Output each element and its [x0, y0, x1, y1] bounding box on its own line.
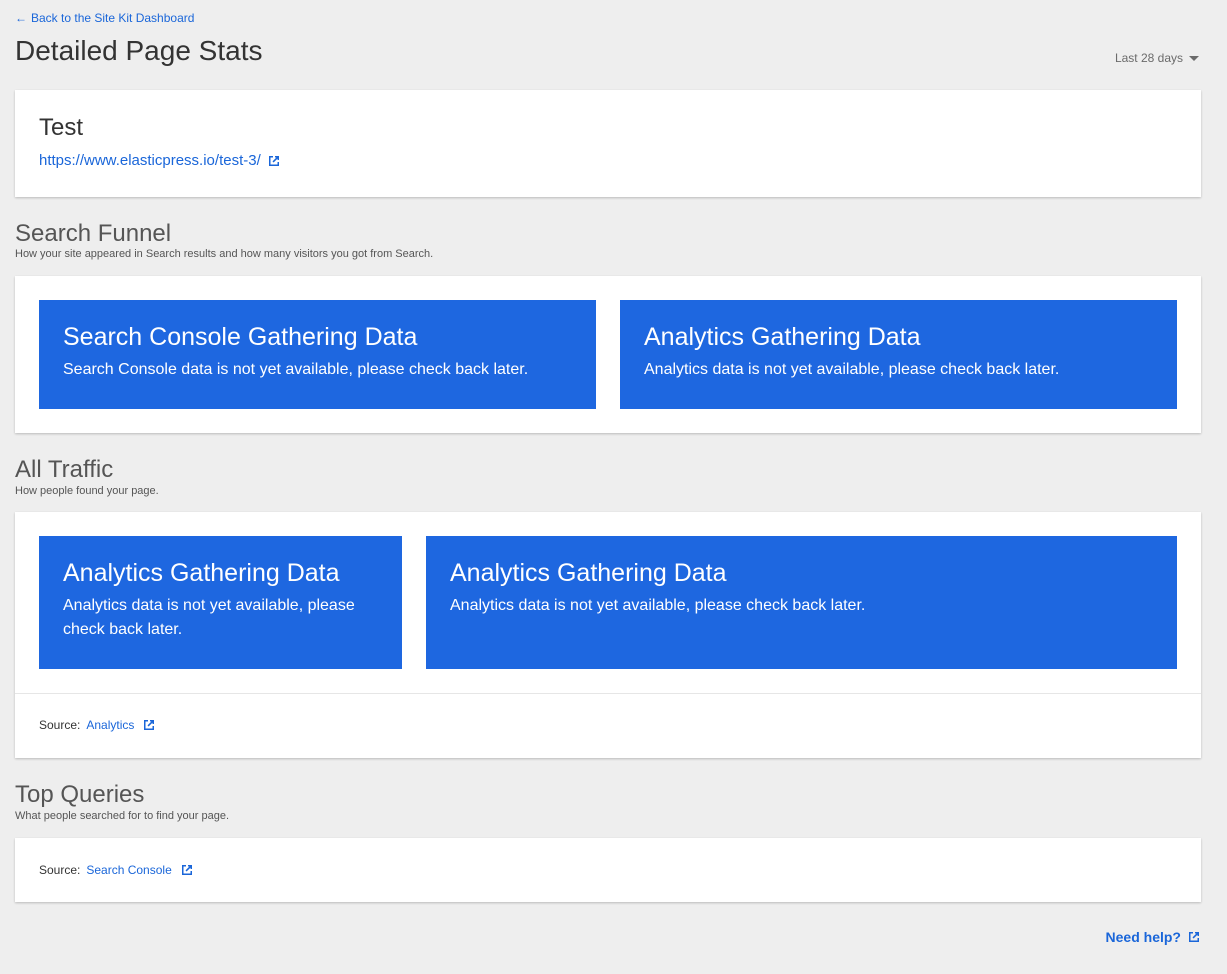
external-link-icon: [268, 155, 279, 166]
notice-text: Analytics data is not yet available, ple…: [63, 597, 355, 638]
notice-text: Analytics data is not yet available, ple…: [450, 597, 866, 614]
analytics-source: Source: Analytics: [39, 718, 156, 732]
search-console-notice: Search Console Gathering Data Search Con…: [39, 300, 596, 409]
analytics-notice: Analytics Gathering Data Analytics data …: [620, 300, 1177, 409]
search-console-source-link[interactable]: Search Console: [86, 863, 171, 877]
page-name: Test: [39, 114, 84, 141]
all-traffic-card: Analytics Gathering Data Analytics data …: [15, 512, 1201, 758]
page-title: Detailed Page Stats: [15, 35, 263, 66]
need-help-link[interactable]: Need help?: [1106, 929, 1201, 945]
all-traffic-description: How people found your page.: [15, 485, 159, 497]
search-funnel-title: Search Funnel: [15, 220, 172, 247]
search-funnel-card: Search Console Gathering Data Search Con…: [15, 276, 1201, 433]
search-funnel-description: How your site appeared in Search results…: [15, 248, 434, 260]
page: ← Back to the Site Kit Dashboard Detaile…: [0, 0, 1227, 974]
need-help-label: Need help?: [1105, 929, 1181, 945]
external-link-icon: [144, 720, 155, 730]
card-divider: [15, 693, 1201, 694]
back-link-label: Back to the Site Kit Dashboard: [31, 11, 195, 25]
external-link-icon: [1189, 932, 1199, 942]
analytics-notice-small: Analytics Gathering Data Analytics data …: [39, 536, 402, 669]
top-queries-title: Top Queries: [15, 781, 145, 808]
date-range-value: Last 28 days: [1114, 51, 1183, 65]
analytics-source-link[interactable]: Analytics: [86, 718, 134, 732]
page-info-card: Test https://www.elasticpress.io/test-3/: [15, 90, 1201, 197]
notice-title: Analytics Gathering Data: [644, 323, 921, 351]
arrow-left-icon: ←: [15, 11, 27, 25]
top-queries-card: Source: Search Console: [15, 838, 1201, 902]
analytics-notice-wide: Analytics Gathering Data Analytics data …: [426, 536, 1177, 669]
notice-title: Analytics Gathering Data: [63, 559, 340, 587]
chevron-down-icon: [1189, 56, 1199, 61]
notice-text: Analytics data is not yet available, ple…: [644, 361, 1060, 378]
top-queries-description: What people searched for to find your pa…: [15, 810, 230, 822]
page-url-link[interactable]: https://www.elasticpress.io/test-3/: [39, 152, 281, 169]
search-console-source: Source: Search Console: [39, 863, 194, 877]
all-traffic-title: All Traffic: [15, 456, 114, 483]
back-to-dashboard-link[interactable]: ← Back to the Site Kit Dashboard: [15, 11, 194, 25]
notice-title: Search Console Gathering Data: [63, 323, 418, 351]
source-label: Source:: [39, 863, 81, 877]
external-link-icon: [181, 865, 192, 875]
notice-text: Search Console data is not yet available…: [63, 361, 529, 378]
page-url-label: https://www.elasticpress.io/test-3/: [39, 152, 261, 169]
source-label: Source:: [39, 718, 81, 732]
date-range-select[interactable]: Last 28 days: [1115, 51, 1199, 65]
notice-title: Analytics Gathering Data: [450, 559, 727, 587]
